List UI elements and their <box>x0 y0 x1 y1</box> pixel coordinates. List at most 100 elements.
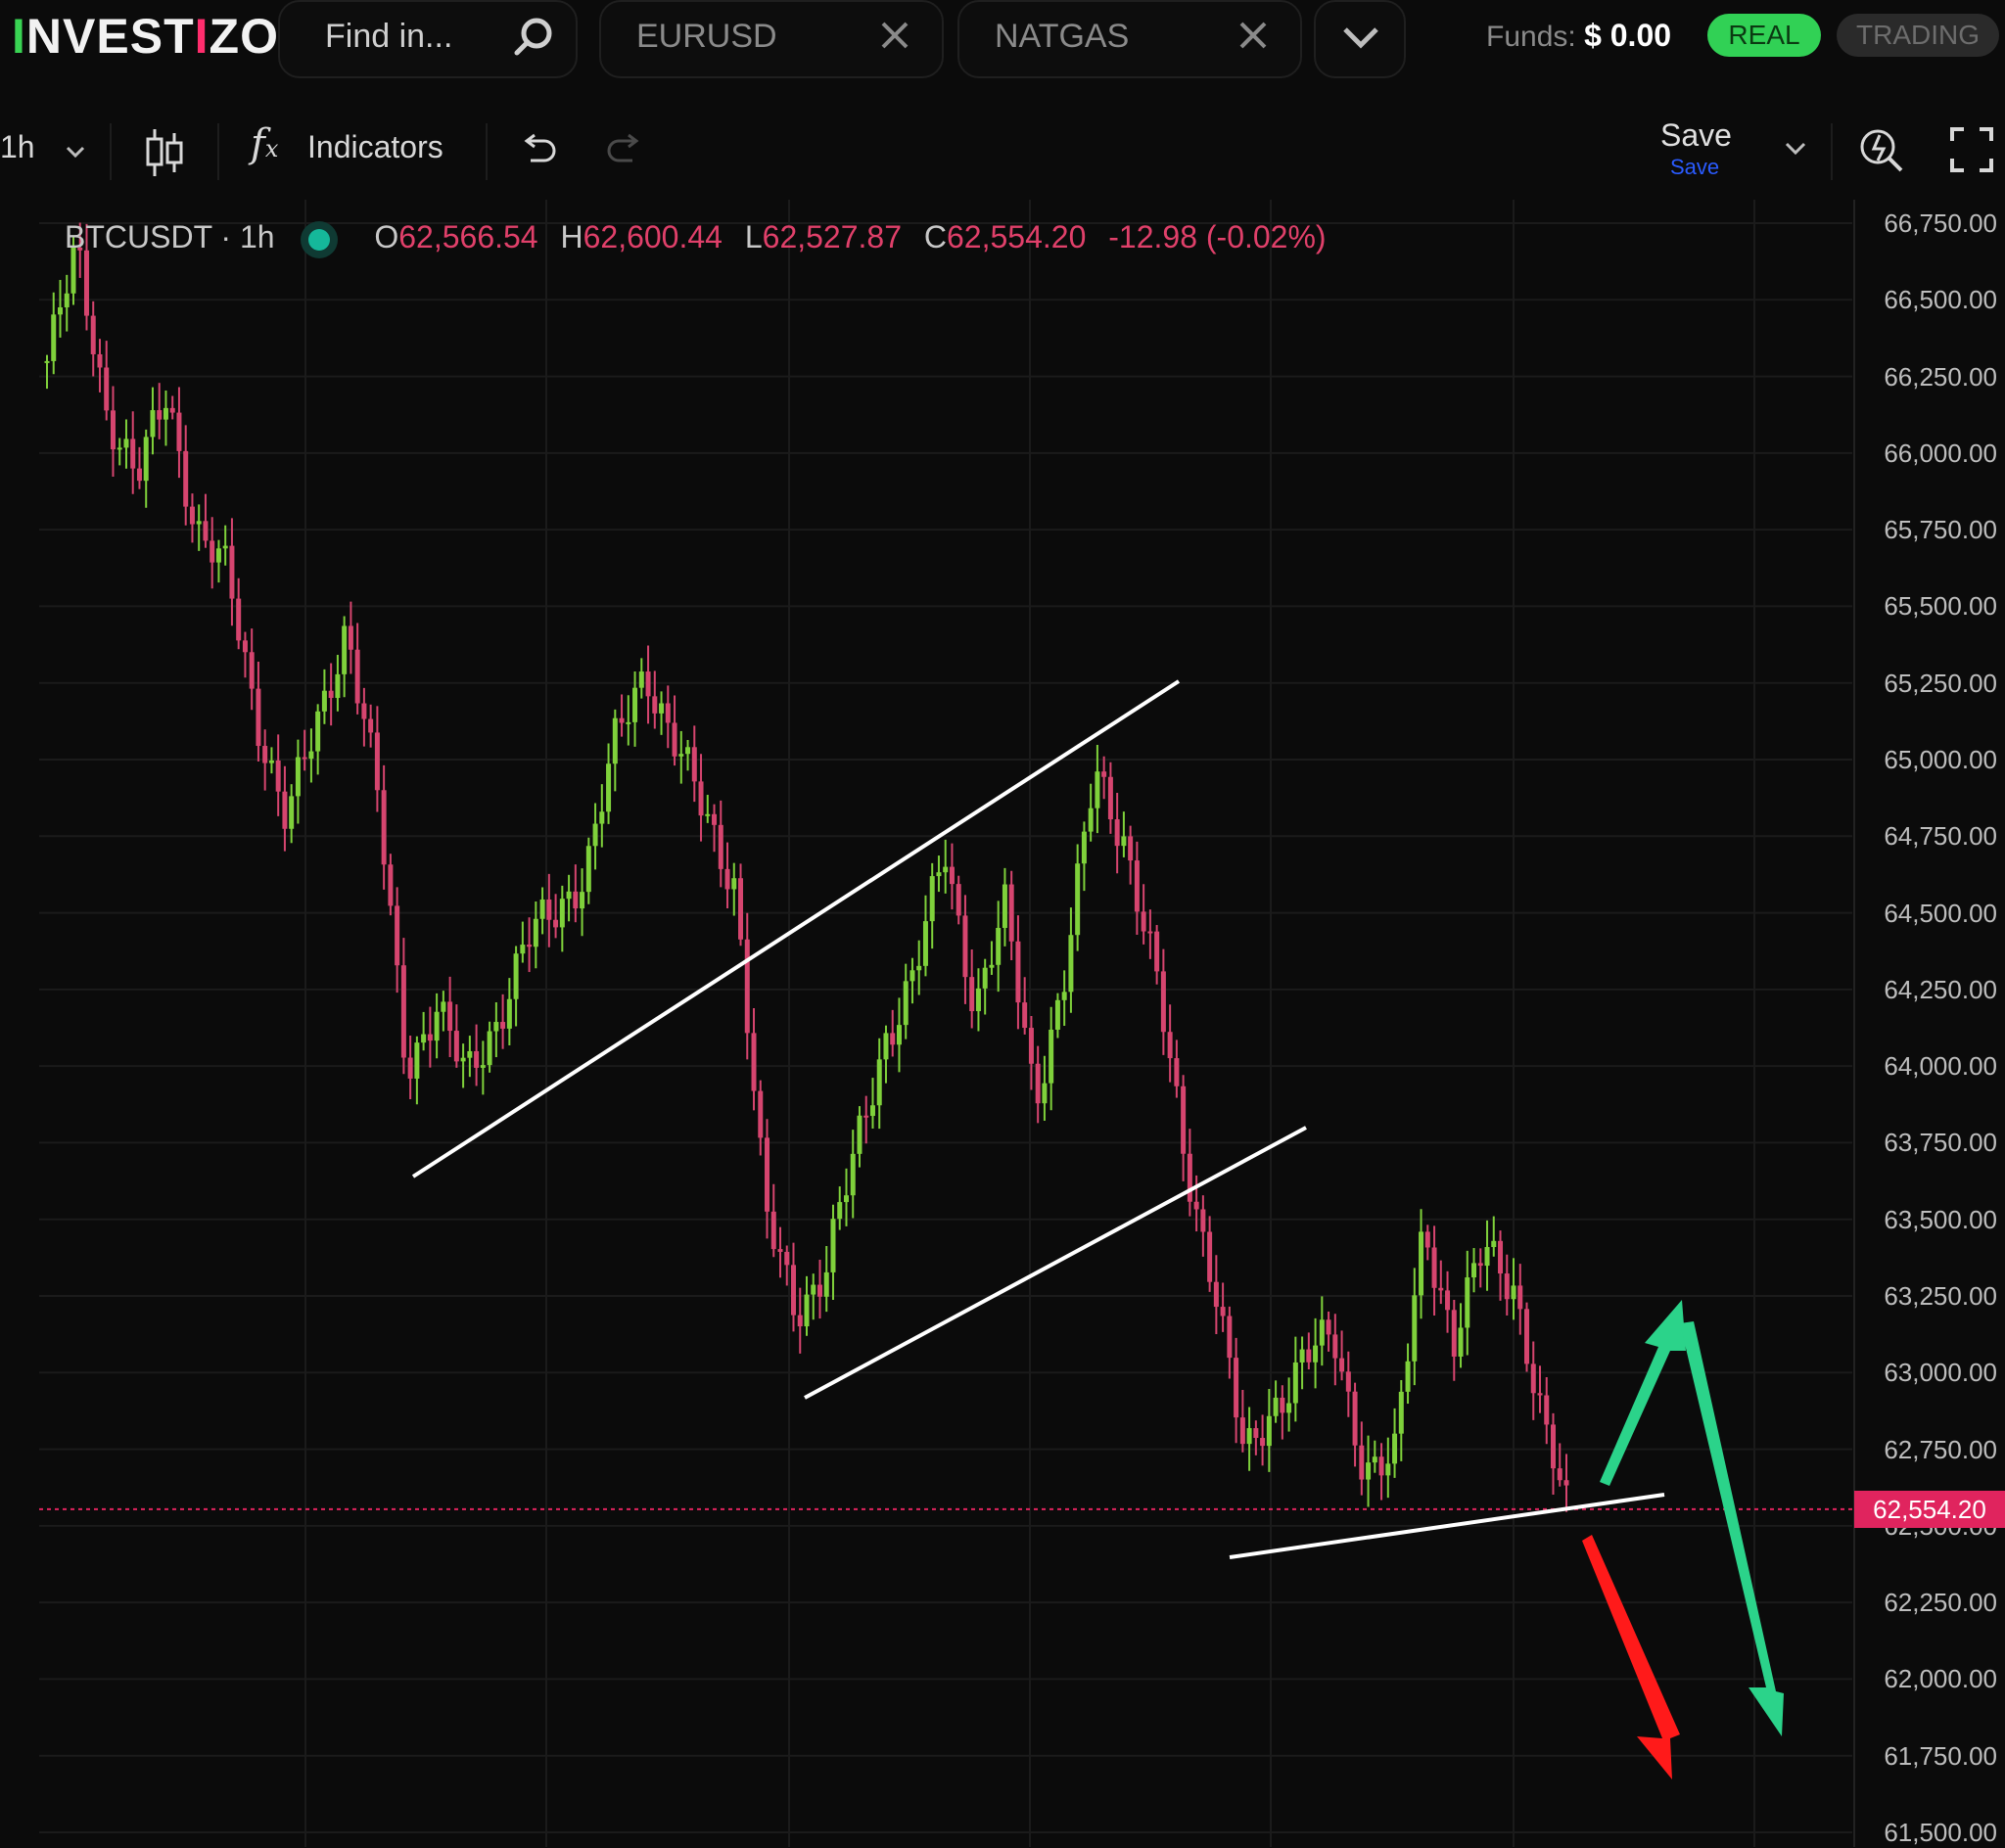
candle-body <box>388 864 394 906</box>
candle-body <box>1292 1362 1298 1404</box>
price-chart[interactable] <box>0 200 2005 1847</box>
symbol-label[interactable]: BTCUSDT · 1h <box>65 219 275 254</box>
candle-body <box>744 939 750 1034</box>
candle-body <box>975 988 981 1012</box>
candle-body <box>685 747 691 755</box>
chart-area[interactable]: BTCUSDT · 1h O62,566.54 H62,600.44 L62,5… <box>0 200 2005 1847</box>
fullscreen-icon[interactable] <box>1950 127 1993 172</box>
candle-body <box>1042 1083 1048 1104</box>
y-tick-label: 61,750.00 <box>1884 1740 1997 1771</box>
candle-body <box>163 407 168 420</box>
divider <box>110 123 112 180</box>
y-tick-label: 66,500.00 <box>1884 285 1997 315</box>
candle-body <box>791 1265 797 1316</box>
candle-body <box>1465 1277 1470 1328</box>
candle-body <box>949 866 955 885</box>
y-tick-label: 65,750.00 <box>1884 515 1997 545</box>
logo-text: INVESTIZO <box>12 9 279 64</box>
redo-icon[interactable] <box>605 131 644 166</box>
candlestick-icon[interactable] <box>143 125 186 180</box>
candle-body <box>1477 1263 1483 1267</box>
candle-body <box>1008 884 1014 942</box>
arrow-down-green <box>1680 1321 1784 1736</box>
candle-body <box>1002 884 1007 928</box>
candle-body <box>1167 1032 1173 1059</box>
logo[interactable]: INVESTIZO <box>12 8 279 65</box>
candle-body <box>1424 1231 1430 1248</box>
candle-body <box>553 919 559 928</box>
candle-body <box>599 811 605 824</box>
interval-selector[interactable]: 1h <box>0 129 35 165</box>
candle-body <box>1280 1397 1285 1413</box>
candle-body <box>1054 999 1060 1030</box>
close-icon[interactable] <box>1234 16 1273 55</box>
candle-body <box>672 722 677 757</box>
candle-body <box>315 711 321 752</box>
candle-body <box>1128 836 1134 861</box>
tab-natgas[interactable]: NATGAS <box>957 0 1302 78</box>
candle-body <box>1372 1456 1377 1463</box>
candle-body <box>169 407 175 413</box>
candle-body <box>1101 771 1107 777</box>
funds: Funds: $ 0.00 <box>1486 18 1671 54</box>
candle-body <box>57 307 63 315</box>
candle-body <box>434 1011 440 1041</box>
candle-body <box>90 315 96 354</box>
candle-body <box>395 905 400 966</box>
chevron-down-icon[interactable] <box>65 145 86 159</box>
candle-body <box>1234 1358 1239 1418</box>
search-input[interactable]: Find in... <box>325 18 452 56</box>
candle-body <box>559 899 565 928</box>
last-price-tag: 62,554.20 <box>1854 1490 2005 1528</box>
candle-body <box>400 965 406 1058</box>
candle-body <box>374 732 380 791</box>
candle-body <box>308 751 314 760</box>
candle-body <box>1378 1456 1384 1476</box>
candle-body <box>1154 931 1160 972</box>
candle-body <box>1246 1428 1252 1445</box>
candle-body <box>811 1284 816 1295</box>
y-tick-label: 65,500.00 <box>1884 591 1997 622</box>
candle-body <box>302 757 307 760</box>
candle-body <box>903 981 909 1026</box>
candle-body <box>229 545 235 599</box>
candle-body <box>1563 1480 1569 1486</box>
y-tick-label: 64,000.00 <box>1884 1051 1997 1082</box>
candle-body <box>1174 1058 1180 1086</box>
tab-eurusd[interactable]: EURUSD <box>599 0 944 78</box>
save-button[interactable]: Save <box>1660 117 1732 154</box>
real-toggle[interactable]: REAL <box>1707 14 1821 57</box>
candle-body <box>1286 1403 1292 1413</box>
candle-body <box>414 1042 420 1079</box>
candle-body <box>777 1249 783 1252</box>
candle-body <box>1537 1393 1543 1396</box>
candle-body <box>467 1050 473 1058</box>
y-tick-label: 63,000.00 <box>1884 1358 1997 1388</box>
close-icon[interactable] <box>875 16 914 55</box>
y-tick-label: 64,500.00 <box>1884 898 1997 928</box>
candle-body <box>117 447 122 450</box>
candle-body <box>520 945 526 954</box>
divider <box>1831 123 1833 180</box>
candle-body <box>1114 819 1120 847</box>
divider <box>486 123 488 180</box>
candle-body <box>850 1153 856 1196</box>
undo-icon[interactable] <box>519 131 558 166</box>
search-box[interactable]: Find in... <box>278 0 578 78</box>
candle-body <box>1273 1397 1279 1416</box>
trading-toggle[interactable]: TRADING <box>1837 14 1999 57</box>
y-tick-label: 62,250.00 <box>1884 1588 1997 1618</box>
arrow-up-green <box>1600 1300 1686 1486</box>
candle-body <box>645 671 651 697</box>
candle-body <box>1484 1247 1490 1267</box>
candle-body <box>956 884 961 916</box>
quick-search-icon[interactable] <box>1856 123 1905 176</box>
indicators-button[interactable]: Indicators <box>307 129 443 165</box>
open-key: O <box>374 219 399 254</box>
candle-body <box>731 878 737 890</box>
tab-label: EURUSD <box>636 18 777 55</box>
candle-body <box>936 872 942 877</box>
more-tabs-button[interactable] <box>1314 0 1406 78</box>
candle-body <box>506 998 512 1029</box>
chevron-down-icon[interactable] <box>1784 141 1807 157</box>
